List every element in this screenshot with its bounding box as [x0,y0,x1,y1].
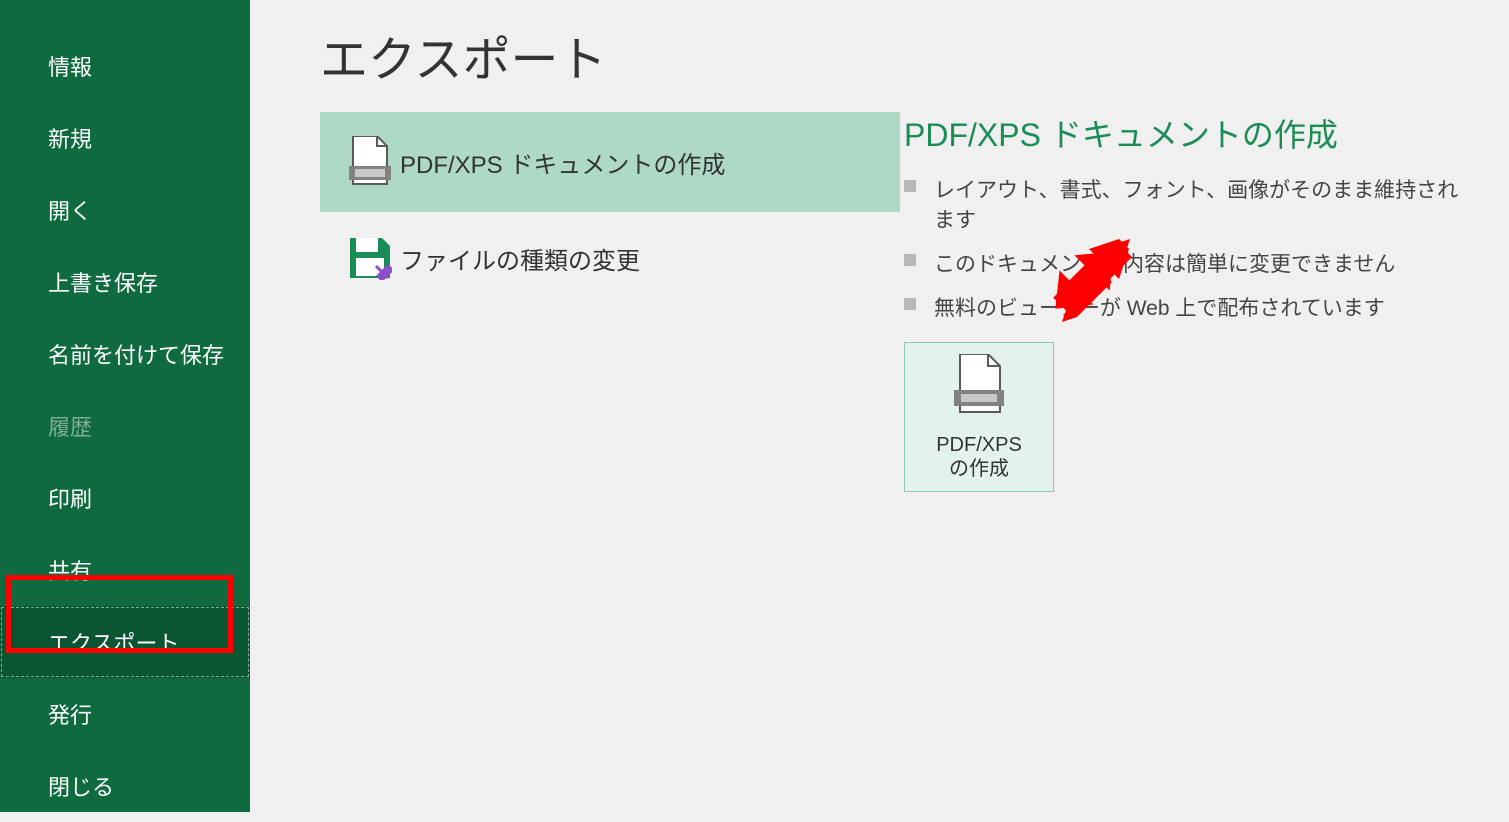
option-label: PDF/XPS ドキュメントの作成 [400,145,725,180]
sidebar-item-print[interactable]: 印刷 [0,462,250,534]
sidebar-item-export[interactable]: エクスポート [0,606,250,678]
sidebar-item-publish[interactable]: 発行 [0,678,250,750]
detail-title: PDF/XPS ドキュメントの作成 [904,110,1464,156]
sidebar-item-info[interactable]: 情報 [0,30,250,102]
bullet-icon [904,298,916,310]
option-create-pdf-xps[interactable]: PDF/XPS ドキュメントの作成 [320,112,900,212]
pdf-document-icon [954,354,1004,421]
create-pdf-xps-button[interactable]: PDF/XPS の作成 [904,342,1054,492]
option-label: ファイルの種類の変更 [400,241,640,276]
list-item: 無料のビューアーが Web 上で配布されています [904,292,1464,322]
save-as-icon [340,236,400,280]
bullet-icon [904,180,916,192]
bullet-text: レイアウト、書式、フォント、画像がそのまま維持されます [934,174,1464,234]
sidebar-item-save[interactable]: 上書き保存 [0,246,250,318]
sidebar-item-new[interactable]: 新規 [0,102,250,174]
list-item: レイアウト、書式、フォント、画像がそのまま維持されます [904,174,1464,234]
bullet-icon [904,254,916,266]
sidebar-item-open[interactable]: 開く [0,174,250,246]
backstage-sidebar: 情報 新規 開く 上書き保存 名前を付けて保存 履歴 印刷 共有 エクスポート … [0,0,250,812]
page-title: エクスポート [320,20,607,90]
detail-bullet-list: レイアウト、書式、フォント、画像がそのまま維持されます このドキュメントの内容は… [904,174,1464,322]
option-change-file-type[interactable]: ファイルの種類の変更 [320,212,900,304]
list-item: このドキュメントの内容は簡単に変更できません [904,248,1464,278]
main-content: エクスポート PDF/XPS ドキュメントの作成 [250,0,1509,812]
sidebar-item-share[interactable]: 共有 [0,534,250,606]
pdf-document-icon [340,136,400,188]
sidebar-item-history: 履歴 [0,390,250,462]
bullet-text: このドキュメントの内容は簡単に変更できません [934,248,1395,278]
action-button-label: PDF/XPS の作成 [936,433,1022,481]
detail-pane: PDF/XPS ドキュメントの作成 レイアウト、書式、フォント、画像がそのまま維… [904,110,1464,492]
export-option-list: PDF/XPS ドキュメントの作成 ファイルの種類の変更 [320,112,900,304]
sidebar-item-save-as[interactable]: 名前を付けて保存 [0,318,250,390]
sidebar-item-close[interactable]: 閉じる [0,750,250,822]
bullet-text: 無料のビューアーが Web 上で配布されています [934,292,1385,322]
